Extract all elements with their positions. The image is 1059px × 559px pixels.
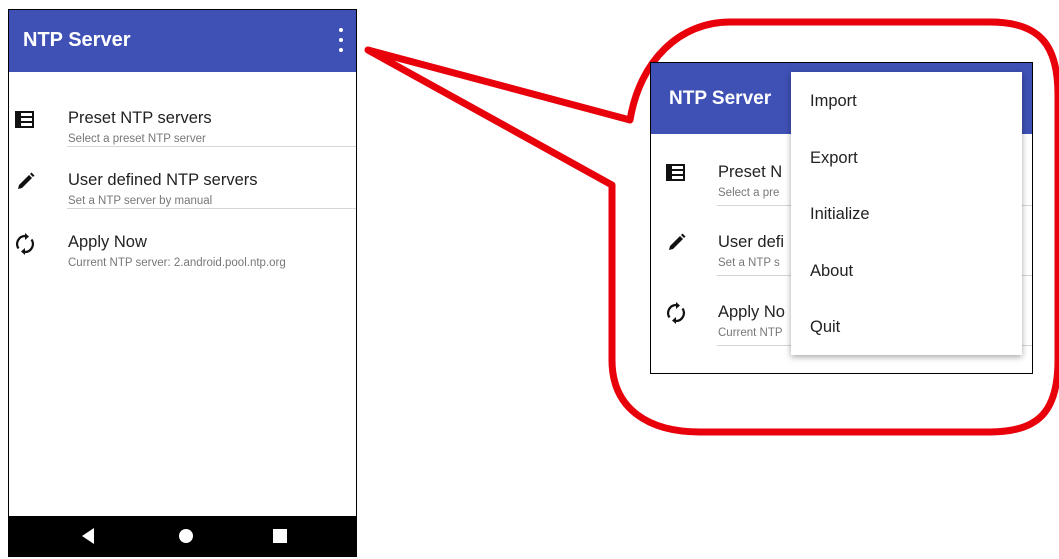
zoomed-item-subtitle: Select a pre [718,187,780,199]
menu-item-quit[interactable]: Quit [791,298,1022,354]
menu-item-initialize[interactable]: Initialize [791,185,1022,241]
menu-item-label: Initialize [810,205,870,223]
sync-icon [667,302,685,324]
menu-item-label: Quit [810,318,841,336]
zoomed-item-subtitle: Current NTP [718,327,783,339]
zoomed-app-title: NTP Server [669,88,772,109]
menu-item-label: Export [810,149,858,167]
menu-item-export[interactable]: Export [791,129,1022,185]
zoomed-item-title: Preset N [718,163,783,181]
zoomed-item-subtitle: Set a NTP s [718,257,780,269]
menu-item-label: Import [810,92,857,110]
overflow-menu: Import Export Initialize About Quit [791,72,1022,355]
pencil-icon [669,233,686,250]
menu-item-import[interactable]: Import [791,72,1022,128]
zoomed-item-title: User defi [718,233,785,251]
menu-item-about[interactable]: About [791,242,1022,298]
list-icon [666,164,685,181]
menu-item-label: About [810,262,854,280]
zoomed-item-title: Apply No [718,303,785,321]
